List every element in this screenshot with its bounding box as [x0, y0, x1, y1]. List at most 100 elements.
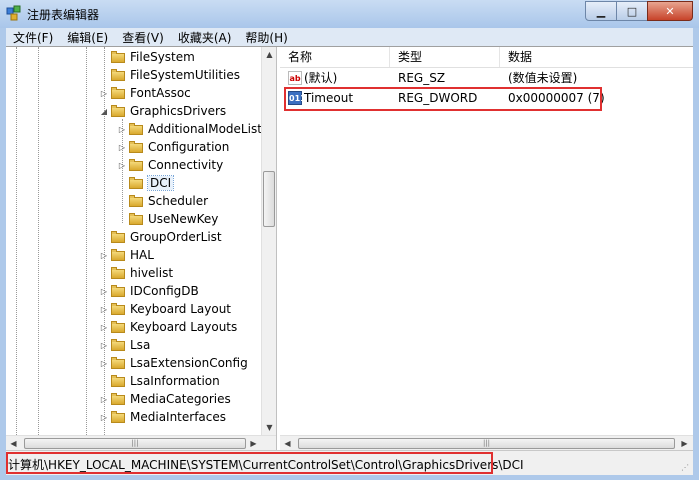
scroll-left-arrow-icon[interactable]: ◀: [6, 436, 21, 451]
folder-icon: [129, 159, 143, 171]
menu-help[interactable]: 帮助(H): [238, 29, 294, 46]
expand-arrow-icon[interactable]: ▷: [99, 251, 109, 260]
tree-horizontal-scrollbar[interactable]: ◀ ||| ▶: [6, 435, 276, 451]
menu-edit[interactable]: 编辑(E): [60, 29, 115, 46]
expand-arrow-icon[interactable]: ▷: [99, 323, 109, 332]
folder-icon: [111, 285, 125, 297]
string-value-icon: ab: [288, 71, 302, 85]
tree-item-usenewkey[interactable]: UseNewKey: [117, 210, 218, 228]
tree-item-keyboard-layout[interactable]: ▷ Keyboard Layout: [99, 300, 231, 318]
tree-item-label: MediaInterfaces: [130, 410, 227, 424]
close-icon: ✕: [665, 4, 675, 18]
column-header-data[interactable]: 数据: [500, 47, 693, 67]
tree-item-idconfigdb[interactable]: ▷ IDConfigDB: [99, 282, 199, 300]
folder-icon: [111, 321, 125, 333]
tree-item-mediainterfaces[interactable]: ▷ MediaInterfaces: [99, 408, 226, 426]
menu-bar: 文件(F) 编辑(E) 查看(V) 收藏夹(A) 帮助(H): [6, 28, 693, 46]
expand-arrow-icon[interactable]: ▷: [99, 89, 109, 98]
tree-item-lsa[interactable]: ▷ Lsa: [99, 336, 150, 354]
tree-item-label: Keyboard Layouts: [130, 320, 238, 334]
minimize-button[interactable]: ▁: [585, 1, 617, 21]
tree-vertical-scrollbar[interactable]: ▲ ▼: [261, 47, 276, 435]
scroll-up-arrow-icon[interactable]: ▲: [262, 47, 276, 62]
tree-item-label: FileSystem: [130, 50, 195, 64]
expand-arrow-icon[interactable]: ▷: [117, 125, 127, 134]
tree-item-label: hivelist: [130, 266, 174, 280]
list-hscroll-thumb[interactable]: |||: [298, 438, 675, 449]
expand-arrow-icon[interactable]: ▷: [99, 341, 109, 350]
folder-icon: [111, 375, 125, 387]
tree-hscroll-thumb[interactable]: |||: [24, 438, 246, 449]
tree-item-hal[interactable]: ▷ HAL: [99, 246, 154, 264]
menu-file[interactable]: 文件(F): [6, 29, 60, 46]
tree-item-label: FontAssoc: [130, 86, 191, 100]
maximize-icon: □: [626, 4, 638, 18]
tree-item-mediacategories[interactable]: ▷ MediaCategories: [99, 390, 231, 408]
tree-item-label: DCI: [146, 175, 175, 191]
tree-item-label: FileSystemUtilities: [130, 68, 240, 82]
tree-item-label: GroupOrderList: [130, 230, 222, 244]
expand-arrow-icon[interactable]: ▷: [117, 143, 127, 152]
folder-icon: [129, 123, 143, 135]
expand-arrow-icon[interactable]: ▷: [99, 359, 109, 368]
status-path-highlight: [6, 452, 493, 474]
tree-item-filesystem[interactable]: FileSystem: [99, 48, 195, 66]
tree-item-graphicsdrivers[interactable]: ◢ GraphicsDrivers: [99, 102, 226, 120]
folder-icon: [111, 51, 125, 63]
column-header-type[interactable]: 类型: [390, 47, 500, 67]
tree-item-hivelist[interactable]: hivelist: [99, 264, 173, 282]
scroll-down-arrow-icon[interactable]: ▼: [262, 420, 276, 435]
expand-arrow-icon[interactable]: ▷: [117, 161, 127, 170]
column-header-name[interactable]: 名称: [280, 47, 390, 67]
resize-grip-icon[interactable]: ⋰: [681, 463, 691, 473]
tree-item-dci[interactable]: DCI: [117, 174, 175, 192]
list-row-default[interactable]: ab (默认) REG_SZ (数值未设置): [280, 69, 693, 87]
scroll-left-arrow-icon[interactable]: ◀: [280, 436, 295, 451]
collapse-arrow-icon[interactable]: ◢: [99, 107, 109, 116]
menu-view[interactable]: 查看(V): [115, 29, 171, 46]
expand-arrow-icon[interactable]: ▷: [99, 413, 109, 422]
folder-icon: [111, 267, 125, 279]
tree-item-lsaextensionconfig[interactable]: ▷ LsaExtensionConfig: [99, 354, 248, 372]
tree-item-label: LsaInformation: [130, 374, 220, 388]
folder-icon: [111, 411, 125, 423]
folder-icon: [111, 339, 125, 351]
title-bar[interactable]: 注册表编辑器 ▁ □ ✕: [0, 0, 699, 28]
value-data: (数值未设置): [508, 71, 578, 85]
tree-item-filesystemutilities[interactable]: FileSystemUtilities: [99, 66, 240, 84]
maximize-button[interactable]: □: [616, 1, 648, 21]
timeout-row-highlight: [284, 87, 602, 111]
tree-item-configuration[interactable]: ▷ Configuration: [117, 138, 229, 156]
value-name: (默认): [304, 71, 338, 85]
folder-icon: [129, 213, 143, 225]
client-area: FileSystem FileSystemUtilities ▷ FontAssoc ◢…: [6, 46, 693, 452]
tree-item-label: Connectivity: [148, 158, 224, 172]
folder-icon: [129, 177, 143, 189]
tree-item-label: MediaCategories: [130, 392, 231, 406]
status-bar: 计算机\HKEY_LOCAL_MACHINE\SYSTEM\CurrentCon…: [6, 450, 693, 475]
expand-arrow-icon[interactable]: ▷: [99, 305, 109, 314]
tree-item-keyboard-layouts[interactable]: ▷ Keyboard Layouts: [99, 318, 237, 336]
scroll-right-arrow-icon[interactable]: ▶: [677, 436, 692, 451]
menu-favorites[interactable]: 收藏夹(A): [171, 29, 239, 46]
close-button[interactable]: ✕: [647, 1, 693, 21]
scroll-right-arrow-icon[interactable]: ▶: [246, 436, 261, 451]
tree-item-scheduler[interactable]: Scheduler: [117, 192, 208, 210]
tree-item-label: AdditionalModeLists: [148, 122, 261, 136]
tree-item-grouporderlist[interactable]: GroupOrderList: [99, 228, 222, 246]
tree-item-connectivity[interactable]: ▷ Connectivity: [117, 156, 223, 174]
folder-icon: [129, 141, 143, 153]
tree-item-additionalmodelists[interactable]: ▷ AdditionalModeLists: [117, 120, 261, 138]
tree-item-label: LsaExtensionConfig: [130, 356, 248, 370]
tree-item-lsainformation[interactable]: LsaInformation: [99, 372, 220, 390]
tree-guide-line: [38, 47, 39, 435]
tree-scroll-thumb[interactable]: [263, 171, 275, 227]
expand-arrow-icon[interactable]: ▷: [99, 395, 109, 404]
regedit-icon: [6, 5, 21, 21]
folder-icon: [111, 303, 125, 315]
folder-icon: [111, 69, 125, 81]
expand-arrow-icon[interactable]: ▷: [99, 287, 109, 296]
tree-item-fontassoc[interactable]: ▷ FontAssoc: [99, 84, 191, 102]
tree-item-label: Scheduler: [148, 194, 209, 208]
tree-item-label: HAL: [130, 248, 154, 262]
